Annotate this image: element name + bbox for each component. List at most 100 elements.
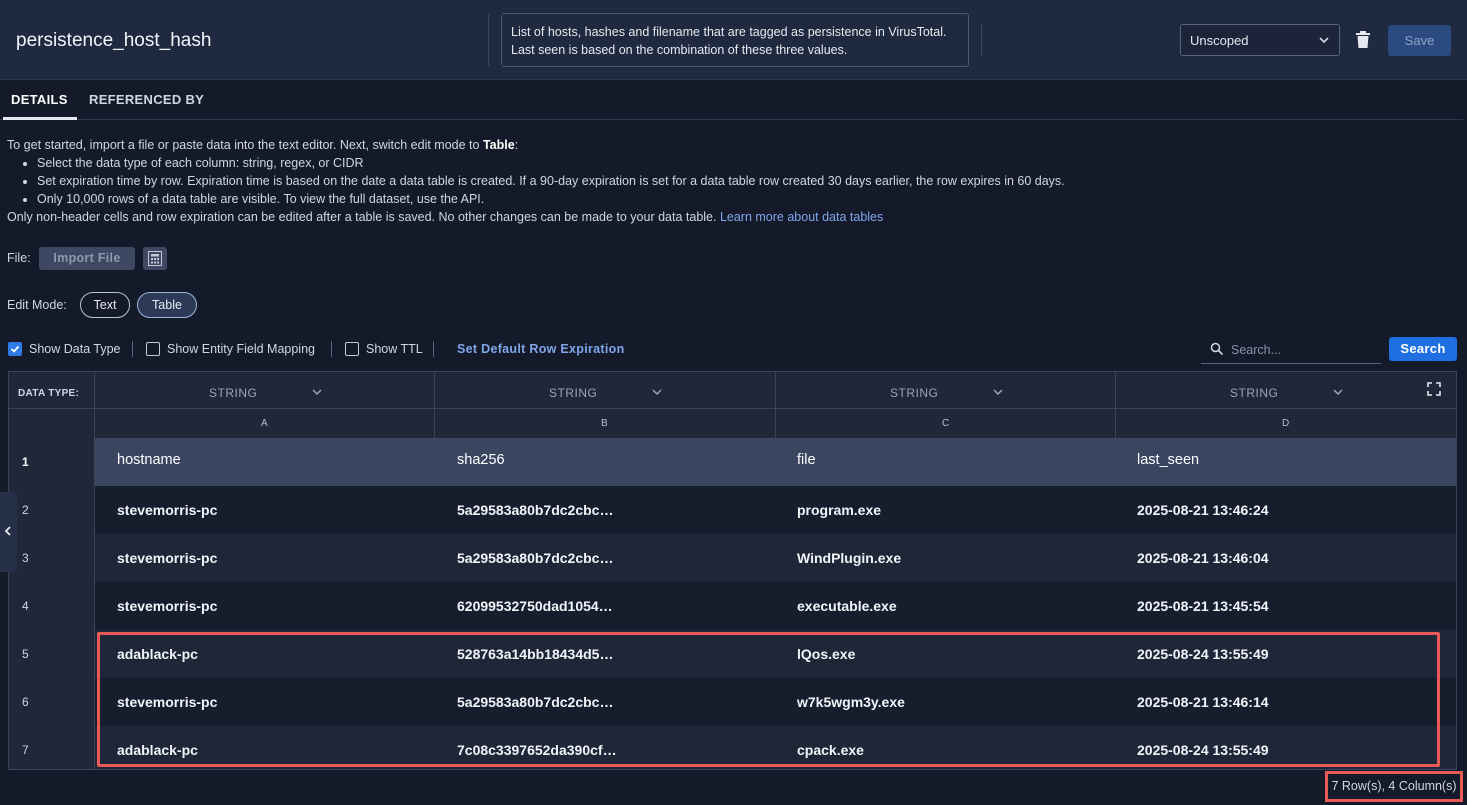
table-cell[interactable]: 2025-08-24 13:55:49	[1137, 646, 1269, 662]
page-title: persistence_host_hash	[16, 30, 212, 51]
active-tab-indicator	[3, 117, 77, 120]
trash-icon[interactable]	[1355, 31, 1371, 49]
tab-details[interactable]: DETAILS	[11, 92, 68, 107]
header-divider	[9, 408, 1456, 409]
search-box	[1201, 336, 1381, 364]
check-icon	[10, 345, 20, 353]
table-cell[interactable]: 2025-08-21 13:45:54	[1137, 598, 1269, 614]
column-letter: A	[261, 418, 268, 429]
chevron-down-icon[interactable]	[311, 386, 323, 398]
table-cell[interactable]: 7c08c3397652da390cf…	[457, 742, 617, 758]
learn-more-link[interactable]: Learn more about data tables	[720, 210, 883, 224]
edit-mode-label: Edit Mode:	[7, 298, 67, 312]
table-cell[interactable]: program.exe	[797, 502, 881, 518]
row-number: 3	[9, 534, 95, 582]
table-cell[interactable]: WindPlugin.exe	[797, 550, 901, 566]
chevron-down-icon[interactable]	[1332, 386, 1344, 398]
chevron-down-icon[interactable]	[992, 386, 1004, 398]
show-entity-mapping-checkbox[interactable]	[146, 342, 160, 356]
column-header-b: STRING B	[435, 372, 776, 438]
header-bar: persistence_host_hash List of hosts, has…	[0, 0, 1467, 80]
set-default-row-expiration-link[interactable]: Set Default Row Expiration	[457, 342, 625, 356]
show-data-type-checkbox[interactable]	[8, 342, 22, 356]
row-number: 7	[9, 726, 95, 769]
edit-mode-text[interactable]: Text	[80, 292, 130, 318]
instructions-list: Select the data type of each column: str…	[37, 154, 1457, 208]
scope-select[interactable]: Unscoped	[1180, 24, 1340, 56]
table-cell[interactable]: 2025-08-21 13:46:04	[1137, 550, 1269, 566]
table-cell[interactable]: 62099532750dad1054…	[457, 598, 613, 614]
table-cell[interactable]: adablack-pc	[117, 742, 198, 758]
table-cell[interactable]: hostname	[117, 452, 181, 468]
column-header-d: STRING D	[1116, 372, 1456, 438]
show-entity-mapping-label: Show Entity Field Mapping	[167, 342, 315, 356]
show-ttl-label: Show TTL	[366, 342, 423, 356]
tab-bar: DETAILS REFERENCED BY	[0, 80, 1463, 120]
table-cell[interactable]: stevemorris-pc	[117, 550, 217, 566]
table-row: 4 stevemorris-pc 62099532750dad1054… exe…	[9, 582, 1456, 630]
table-cell[interactable]: 5a29583a80b7dc2cbc…	[457, 694, 613, 710]
row-number: 1	[9, 438, 95, 486]
table-cell[interactable]: cpack.exe	[797, 742, 864, 758]
column-type-select[interactable]: STRING	[549, 386, 597, 400]
instruction-item: Only 10,000 rows of a data table are vis…	[37, 190, 1457, 208]
row-number: 4	[9, 582, 95, 630]
table-cell[interactable]: sha256	[457, 452, 505, 468]
instruction-item: Set expiration time by row. Expiration t…	[37, 172, 1457, 190]
save-button[interactable]: Save	[1388, 25, 1451, 56]
row-number: 2	[9, 486, 95, 534]
toolbar-divider	[331, 341, 332, 357]
fullscreen-icon[interactable]	[1427, 382, 1441, 396]
import-file-button[interactable]: Import File	[39, 247, 135, 270]
row-column-count: 7 Row(s), 4 Column(s)	[1325, 771, 1463, 802]
search-input[interactable]	[1231, 340, 1376, 360]
instruction-item: Select the data type of each column: str…	[37, 154, 1457, 172]
chevron-down-icon[interactable]	[651, 386, 663, 398]
column-letter: B	[601, 418, 608, 429]
column-type-select[interactable]: STRING	[890, 386, 938, 400]
column-type-select[interactable]: STRING	[1230, 386, 1278, 400]
table-cell[interactable]: w7k5wgm3y.exe	[797, 694, 905, 710]
table-cell[interactable]: stevemorris-pc	[117, 598, 217, 614]
table-cell[interactable]: lQos.exe	[797, 646, 855, 662]
table-cell[interactable]: stevemorris-pc	[117, 694, 217, 710]
instructions-intro: To get started, import a file or paste d…	[7, 138, 519, 152]
column-header-c: STRING C	[776, 372, 1116, 438]
description-field[interactable]: List of hosts, hashes and filename that …	[501, 13, 969, 67]
collapse-panel-button[interactable]	[0, 492, 17, 572]
calculator-button[interactable]	[143, 247, 167, 270]
instructions-note: Only non-header cells and row expiration…	[7, 210, 884, 224]
search-button[interactable]: Search	[1389, 337, 1457, 361]
table-row: 6 stevemorris-pc 5a29583a80b7dc2cbc… w7k…	[9, 678, 1456, 726]
table-cell[interactable]: 2025-08-21 13:46:14	[1137, 694, 1269, 710]
table-cell[interactable]: 2025-08-21 13:46:24	[1137, 502, 1269, 518]
tab-referenced-by[interactable]: REFERENCED BY	[89, 92, 204, 107]
table-cell[interactable]: stevemorris-pc	[117, 502, 217, 518]
table-cell[interactable]: adablack-pc	[117, 646, 198, 662]
file-label: File:	[7, 251, 31, 265]
data-type-label: DATA TYPE:	[18, 388, 80, 399]
edit-mode-table[interactable]: Table	[137, 292, 197, 318]
header-divider	[981, 24, 982, 56]
column-type-select[interactable]: STRING	[209, 386, 257, 400]
table-cell[interactable]: 5a29583a80b7dc2cbc…	[457, 502, 613, 518]
table-cell[interactable]: executable.exe	[797, 598, 897, 614]
table-cell[interactable]: 528763a14bb18434d5…	[457, 646, 613, 662]
chevron-down-icon	[1319, 37, 1329, 44]
column-header-a: STRING A	[95, 372, 435, 438]
data-table: DATA TYPE: STRING A STRING B STRING C ST…	[8, 371, 1457, 770]
table-cell[interactable]: last_seen	[1137, 452, 1199, 468]
show-ttl-checkbox[interactable]	[345, 342, 359, 356]
table-row: 3 stevemorris-pc 5a29583a80b7dc2cbc… Win…	[9, 534, 1456, 582]
column-letter: D	[1282, 418, 1290, 429]
table-row: 5 adablack-pc 528763a14bb18434d5… lQos.e…	[9, 630, 1456, 678]
show-data-type-label: Show Data Type	[29, 342, 121, 356]
toolbar-divider	[132, 341, 133, 357]
data-type-header: DATA TYPE: STRING A STRING B STRING C ST…	[9, 372, 1456, 438]
header-divider	[488, 14, 489, 66]
row-number: 6	[9, 678, 95, 726]
calculator-icon	[148, 251, 162, 266]
table-cell[interactable]: 2025-08-24 13:55:49	[1137, 742, 1269, 758]
table-cell[interactable]: file	[797, 452, 816, 468]
table-cell[interactable]: 5a29583a80b7dc2cbc…	[457, 550, 613, 566]
